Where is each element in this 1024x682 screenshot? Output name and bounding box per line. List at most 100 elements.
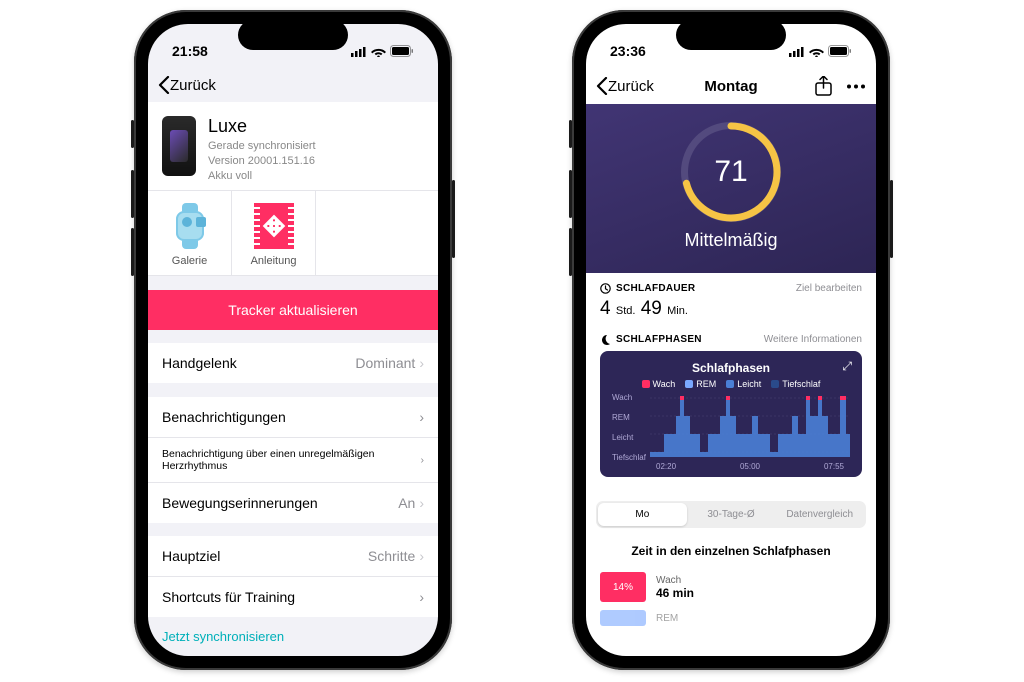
device-battery: Akku voll xyxy=(208,169,316,184)
status-time: 23:36 xyxy=(610,43,646,59)
device-version: Version 20001.151.16 xyxy=(208,154,316,169)
wrist-row[interactable]: Handgelenk Dominant› xyxy=(148,343,438,383)
goal-value: Schritte xyxy=(368,548,415,564)
xtick-c: 07:55 xyxy=(824,462,844,471)
cellular-icon xyxy=(789,46,805,57)
goal-row[interactable]: Hauptziel Schritte› xyxy=(148,536,438,577)
device-image xyxy=(162,116,196,176)
sleep-score-label: Mittelmäßig xyxy=(684,230,777,251)
sleep-duration-value: 4 Std. 49 Min. xyxy=(600,298,862,320)
side-button xyxy=(131,120,134,148)
chevron-left-icon xyxy=(158,76,170,94)
tiles: Galerie Anleitung xyxy=(148,190,438,276)
duration-title: SCHLAFDAUER xyxy=(616,283,695,294)
reminders-row[interactable]: Bewegungserinnerungen An› xyxy=(148,483,438,523)
shortcuts-row[interactable]: Shortcuts für Training › xyxy=(148,577,438,617)
phase-row-wach[interactable]: 14% Wach 46 min xyxy=(586,568,876,606)
ylabel-rem: REM xyxy=(612,413,630,422)
legend-wach: Wach xyxy=(653,379,676,389)
segment-mo[interactable]: Mo xyxy=(598,503,687,526)
status-time: 21:58 xyxy=(172,43,208,59)
wrist-value: Dominant xyxy=(355,355,415,371)
legend-leicht: Leicht xyxy=(737,379,761,389)
phase-duration-wach: 46 min xyxy=(656,586,694,600)
wifi-icon xyxy=(809,46,824,57)
chevron-right-icon: › xyxy=(419,589,424,605)
screen-right: 23:36 Zurück Montag xyxy=(586,24,876,656)
wrist-label: Handgelenk xyxy=(162,355,237,371)
segment-30days[interactable]: 30-Tage-Ø xyxy=(687,503,776,526)
phase-label-rem: REM xyxy=(656,613,678,624)
back-label: Zurück xyxy=(170,77,216,94)
guide-tile[interactable]: Anleitung xyxy=(232,191,316,275)
nav-bar: Zurück Montag xyxy=(586,68,876,104)
phase-pct-wach: 14% xyxy=(613,582,633,593)
watch-icon xyxy=(170,203,210,249)
sync-now-link[interactable]: Jetzt synchronisieren xyxy=(148,617,438,656)
notifications-label: Benachrichtigungen xyxy=(162,409,286,425)
update-tracker-label: Tracker aktualisieren xyxy=(228,302,357,318)
chevron-right-icon: › xyxy=(419,548,424,564)
clock-icon xyxy=(600,283,611,294)
power-button xyxy=(452,180,455,258)
minutes: 49 xyxy=(641,298,662,319)
update-tracker-button[interactable]: Tracker aktualisieren xyxy=(148,290,438,330)
ylabel-tief: Tiefschlaf xyxy=(612,453,646,462)
left-phone: 21:58 Zurück xyxy=(134,10,452,670)
xtick-a: 02:20 xyxy=(656,462,676,471)
right-phone: 23:36 Zurück Montag xyxy=(572,10,890,670)
phases-title: SCHLAFPHASEN xyxy=(616,334,702,345)
battery-icon xyxy=(828,45,852,57)
side-button xyxy=(569,120,572,148)
notifications-row[interactable]: Benachrichtigungen › xyxy=(148,397,438,438)
phase-pill-wach: 14% xyxy=(600,572,646,602)
edit-goal-link[interactable]: Ziel bearbeiten xyxy=(796,283,862,294)
sleep-phase-chart-card[interactable]: ⤢ Schlafphasen Wach REM Leicht Tiefschla… xyxy=(600,351,862,477)
sleep-duration-section: SCHLAFDAUER Ziel bearbeiten 4 Std. 49 Mi… xyxy=(586,273,876,330)
device-sync-status: Gerade synchronisiert xyxy=(208,139,316,154)
settings-group-3: Hauptziel Schritte› Shortcuts für Traini… xyxy=(148,536,438,617)
segmented-control[interactable]: Mo 30-Tage-Ø Datenvergleich xyxy=(596,501,866,528)
sleep-phases-section: SCHLAFPHASEN Weitere Informationen ⤢ Sch… xyxy=(586,330,876,487)
dynamic-island xyxy=(676,20,786,50)
wifi-icon xyxy=(371,46,386,57)
sleep-score-hero: 71 Mittelmäßig xyxy=(586,104,876,273)
phase-chart: Wach REM Leicht Tiefschlaf xyxy=(612,393,850,469)
legend-tief: Tiefschlaf xyxy=(782,379,820,389)
phase-label-wach: Wach xyxy=(656,575,694,586)
score-arc xyxy=(681,122,781,222)
device-card: Luxe Gerade synchronisiert Version 20001… xyxy=(148,102,438,190)
volume-up-button xyxy=(569,170,572,218)
settings-group-1: Handgelenk Dominant› xyxy=(148,343,438,383)
chevron-right-icon: › xyxy=(419,495,424,511)
phase-card-title: Schlafphasen xyxy=(612,361,850,375)
hours-unit: Std. xyxy=(616,305,636,317)
xtick-b: 05:00 xyxy=(740,462,760,471)
back-button[interactable]: Zurück xyxy=(158,76,216,94)
volume-down-button xyxy=(569,228,572,276)
phase-row-rem[interactable]: REM xyxy=(586,606,876,630)
legend-rem: REM xyxy=(696,379,716,389)
more-info-link[interactable]: Weitere Informationen xyxy=(764,334,862,345)
expand-icon[interactable]: ⤢ xyxy=(842,359,852,374)
shortcuts-label: Shortcuts für Training xyxy=(162,589,295,605)
irregular-rhythm-row[interactable]: Benachrichtigung über einen unregelmäßig… xyxy=(148,438,438,483)
moon-icon xyxy=(600,334,611,345)
phase-chart-svg xyxy=(650,393,850,457)
guide-icon xyxy=(254,203,294,249)
device-name: Luxe xyxy=(208,116,316,137)
cellular-icon xyxy=(351,46,367,57)
phase-pill-rem xyxy=(600,610,646,626)
gallery-label: Galerie xyxy=(172,255,207,267)
chevron-right-icon: › xyxy=(419,355,424,371)
phase-legend: Wach REM Leicht Tiefschlaf xyxy=(612,379,850,389)
goal-label: Hauptziel xyxy=(162,548,220,564)
battery-icon xyxy=(390,45,414,57)
screen-left: 21:58 Zurück xyxy=(148,24,438,656)
nav-bar: Zurück xyxy=(148,68,438,102)
reminders-label: Bewegungserinnerungen xyxy=(162,495,318,511)
gallery-tile[interactable]: Galerie xyxy=(148,191,232,275)
sync-now-label: Jetzt synchronisieren xyxy=(162,629,284,644)
segment-compare[interactable]: Datenvergleich xyxy=(775,503,864,526)
settings-group-2: Benachrichtigungen › Benachrichtigung üb… xyxy=(148,397,438,523)
